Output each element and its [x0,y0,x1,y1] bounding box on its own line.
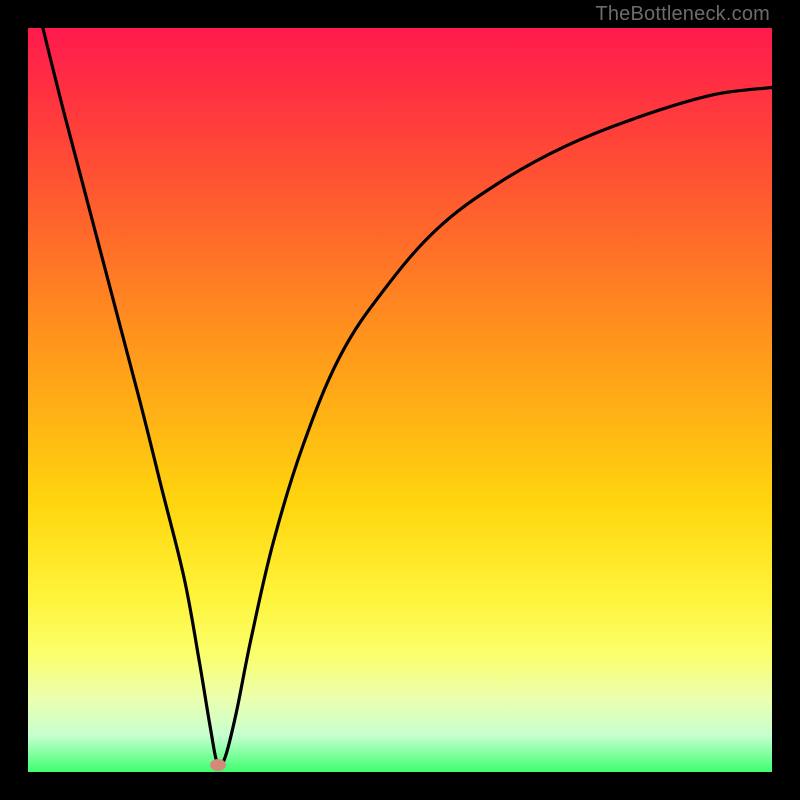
optimal-marker [210,759,226,771]
plot-area [28,28,772,772]
chart-frame: TheBottleneck.com [0,0,800,800]
bottleneck-curve [28,28,772,772]
watermark-text: TheBottleneck.com [595,3,770,26]
